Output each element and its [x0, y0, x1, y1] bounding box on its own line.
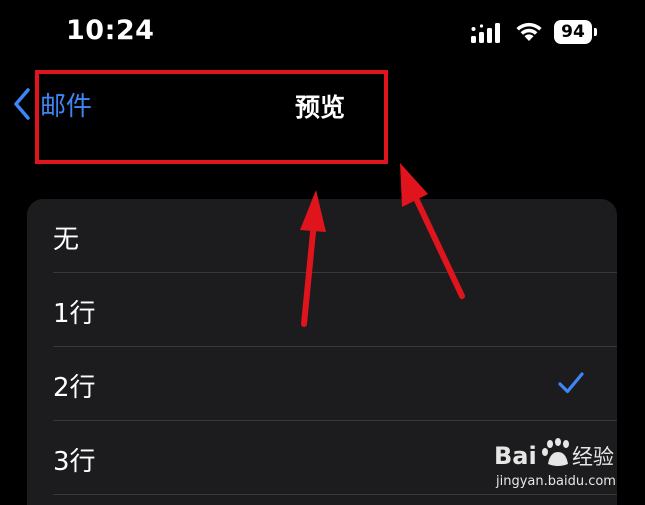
option-row-1-line[interactable]: 1行	[27, 273, 617, 347]
battery-cap	[594, 28, 597, 36]
cellular-signal-icon	[471, 23, 500, 43]
option-label: 3行	[53, 447, 96, 477]
option-row-none[interactable]: 无	[27, 199, 617, 273]
watermark-url: jingyan.baidu.com	[496, 474, 616, 489]
status-time: 10:24	[66, 15, 155, 46]
svg-text:Bai: Bai	[494, 442, 537, 470]
option-label: 2行	[53, 373, 96, 403]
option-row-2-lines[interactable]: 2行	[27, 347, 617, 421]
option-label: 无	[53, 225, 80, 255]
baidu-watermark: Bai 经验 jingyan.baidu.com	[492, 434, 632, 494]
baidu-logo-icon: Bai 经验	[494, 438, 614, 470]
battery-icon: 94	[554, 20, 597, 44]
checkmark-icon	[558, 372, 584, 394]
svg-text:经验: 经验	[572, 445, 614, 469]
option-label: 1行	[53, 299, 96, 329]
chevron-left-icon	[14, 88, 30, 120]
settings-screen: 10:24 94 邮件 预览 无 1行 2行 3行 Bai 经验 jingyan…	[0, 0, 645, 505]
battery-level: 94	[554, 20, 592, 44]
row-separator	[53, 494, 617, 495]
annotation-highlight-box	[35, 70, 388, 164]
wifi-icon	[516, 22, 542, 41]
